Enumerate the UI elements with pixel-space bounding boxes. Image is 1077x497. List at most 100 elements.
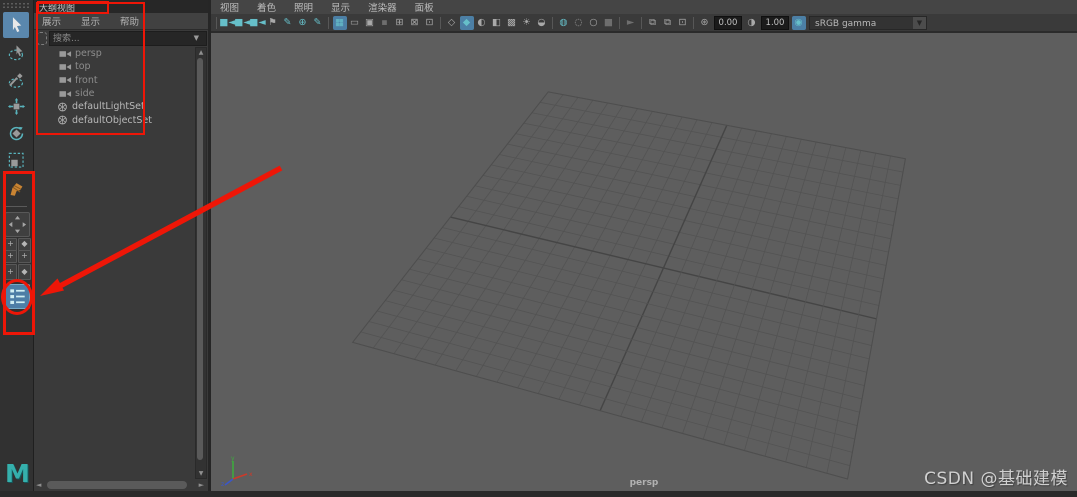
viewport-menubar: 视图 着色 照明 显示 渲染器 面板 — [211, 0, 1077, 14]
select-tool[interactable] — [3, 12, 29, 38]
viewport-menu-5[interactable]: 面板 — [415, 0, 434, 14]
ground-grid — [351, 91, 907, 480]
two-pane-layout-buttons: + ◆ — [4, 264, 31, 280]
safe-title-icon[interactable]: ⊡ — [423, 16, 437, 30]
viewport-menu-4[interactable]: 渲染器 — [368, 0, 397, 14]
outliner-persp-layout-button[interactable] — [5, 284, 30, 309]
transparency-icon[interactable]: ■ — [602, 16, 616, 30]
horizontal-scroll-thumb[interactable] — [47, 481, 187, 489]
outliner-search-row: ▼ — [34, 30, 208, 47]
gamma-field[interactable]: 1.00 — [761, 15, 789, 30]
outliner-item-side[interactable]: side — [34, 87, 196, 100]
camera-lock-icon[interactable]: ■◄ — [234, 16, 250, 30]
antialias-icon[interactable]: ○ — [587, 16, 601, 30]
last-tool-used[interactable] — [3, 175, 29, 201]
wireframe-icon[interactable]: ◇ — [445, 16, 459, 30]
lights-icon[interactable]: ☀ — [520, 16, 534, 30]
bookmark-icon[interactable]: ⚑ — [266, 16, 280, 30]
filter-icon[interactable] — [37, 32, 47, 45]
camera-icon — [59, 90, 72, 97]
exposure-field[interactable]: 0.00 — [714, 15, 742, 30]
three-pane-layout-buttons-1[interactable]: + — [18, 250, 31, 263]
color-management-icon[interactable]: ◉ — [791, 15, 806, 30]
lasso-select-tool[interactable] — [3, 39, 29, 65]
rotate-tool[interactable] — [3, 120, 29, 146]
viewport-menu-0[interactable]: 视图 — [220, 0, 239, 14]
toolbox-separator — [5, 206, 27, 207]
svg-text:x: x — [249, 471, 253, 478]
scroll-right-icon[interactable]: ► — [199, 481, 204, 489]
camera-attributes-icon[interactable]: ■◄ — [249, 16, 265, 30]
vertical-scroll-thumb[interactable] — [197, 58, 203, 460]
outliner-item-label: front — [75, 74, 98, 86]
camera-icon — [59, 64, 72, 70]
outliner-item-label: top — [75, 61, 91, 73]
outliner-item-top[interactable]: top — [34, 60, 196, 73]
viewport-menu-1[interactable]: 着色 — [257, 0, 276, 14]
gamma-icon[interactable]: ◑ — [745, 16, 759, 30]
gate-mask-icon[interactable]: ▪ — [378, 16, 392, 30]
outliner-item-persp[interactable]: persp — [34, 47, 196, 60]
textured-icon[interactable]: ◧ — [490, 16, 504, 30]
paint-select-tool[interactable] — [3, 66, 29, 92]
scroll-down-icon[interactable]: ▼ — [196, 470, 206, 477]
outliner-item-label: persp — [75, 48, 102, 60]
scale-tool-icon — [8, 152, 24, 168]
watermark-text: CSDN @基础建模 — [924, 469, 1068, 489]
scale-tool[interactable] — [3, 147, 29, 173]
outliner-item-defaultObjectSet[interactable]: defaultObjectSet — [34, 113, 196, 126]
outliner-list-icon — [10, 289, 25, 304]
camera-select-icon[interactable]: ■◄ — [219, 16, 235, 30]
grid-toggle-icon[interactable]: ▦ — [332, 15, 347, 30]
multi-snapshot-icon[interactable]: ⧉ — [661, 16, 675, 30]
resolution-gate-icon[interactable]: ▣ — [363, 16, 377, 30]
outliner-menubar: 展示 显示 帮助 — [34, 13, 208, 30]
image-plane-icon[interactable]: ⊡ — [676, 16, 690, 30]
outliner-item-defaultLightSet[interactable]: defaultLightSet — [34, 100, 196, 113]
move-tool[interactable] — [3, 93, 29, 119]
two-pane-layout-buttons-0[interactable]: + — [4, 264, 17, 280]
outliner-vertical-scrollbar[interactable]: ▲ ▼ — [195, 47, 207, 479]
snapshot-icon[interactable]: ⧉ — [646, 16, 660, 30]
flat-shade-icon[interactable]: ◐ — [475, 16, 489, 30]
toolbar-separator-35 — [693, 16, 694, 29]
shadows-icon[interactable]: ◒ — [535, 16, 549, 30]
film-gate-icon[interactable]: ▭ — [348, 16, 362, 30]
bottom-strip — [0, 491, 1077, 497]
outliner-menu-1[interactable]: 显示 — [81, 14, 100, 28]
isolate-select-icon[interactable]: ► — [624, 16, 638, 30]
search-input[interactable] — [49, 31, 207, 46]
safe-action-icon[interactable]: ⊠ — [408, 16, 422, 30]
scroll-left-icon[interactable]: ◄ — [36, 481, 41, 489]
scroll-up-icon[interactable]: ▲ — [196, 49, 206, 56]
three-pane-layout-buttons: + + — [4, 250, 31, 263]
three-pane-layout-buttons-0[interactable]: + — [4, 250, 17, 263]
view-transform-select[interactable]: sRGB gamma ▼ — [809, 15, 927, 30]
select-tool-icon — [12, 16, 21, 32]
grease-pencil-icon[interactable]: ✎ — [281, 16, 295, 30]
single-pane-layout-button[interactable] — [5, 212, 30, 237]
outliner-horizontal-scrollbar[interactable]: ◄ ► — [36, 480, 204, 491]
snap-icon[interactable]: ⊕ — [296, 16, 310, 30]
dropdown-arrow-icon[interactable]: ▼ — [913, 16, 926, 29]
field-chart-icon[interactable]: ⊞ — [393, 16, 407, 30]
outliner-menu-2[interactable]: 帮助 — [120, 14, 139, 28]
annotate-pen-icon[interactable]: ✎ — [311, 16, 325, 30]
exposure-icon[interactable]: ⊛ — [698, 16, 712, 30]
viewport-menu-3[interactable]: 显示 — [331, 0, 350, 14]
svg-text:y: y — [231, 455, 235, 462]
two-pane-layout-buttons-1[interactable]: ◆ — [18, 264, 31, 280]
search-dropdown-icon[interactable]: ▼ — [194, 34, 199, 42]
toolbar-separator-24 — [552, 16, 553, 29]
outliner-item-label: defaultLightSet — [72, 101, 145, 113]
outliner-item-front[interactable]: front — [34, 74, 196, 87]
viewport-canvas[interactable]: y x z persp — [211, 32, 1077, 491]
smooth-shade-icon[interactable]: ◆ — [459, 15, 474, 30]
outliner-menu-0[interactable]: 展示 — [42, 14, 61, 28]
use-default-material-icon[interactable]: ▩ — [505, 16, 519, 30]
toolbox-drag-handle[interactable] — [2, 2, 30, 9]
outliner-item-label: defaultObjectSet — [72, 114, 152, 126]
motion-blur-icon[interactable]: ◌ — [572, 16, 586, 30]
viewport-menu-2[interactable]: 照明 — [294, 0, 313, 14]
ambient-occlusion-icon[interactable]: ◍ — [557, 16, 571, 30]
